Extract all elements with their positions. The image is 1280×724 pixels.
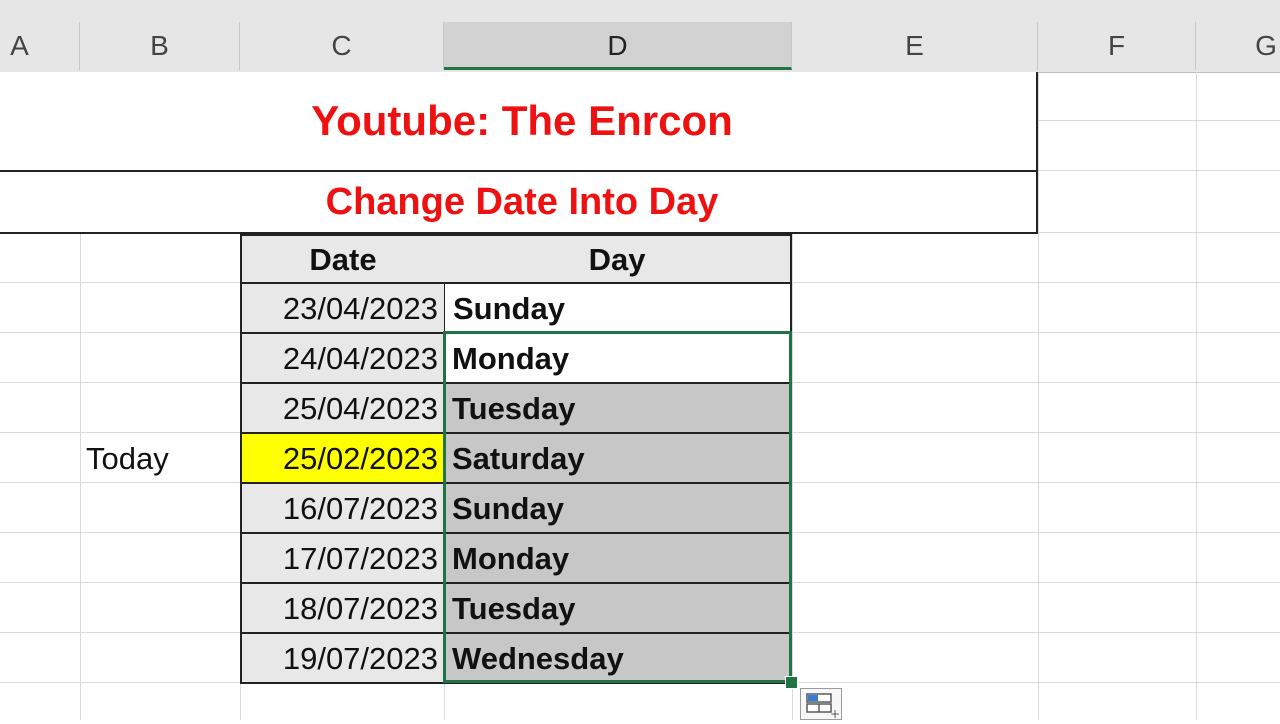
day-cell[interactable]: Saturday <box>444 434 792 484</box>
date-cell[interactable]: 24/04/2023 <box>240 334 444 384</box>
date-cell[interactable]: 16/07/2023 <box>240 484 444 534</box>
day-cell[interactable]: Sunday <box>444 284 792 334</box>
header-date[interactable]: Date <box>240 234 446 284</box>
day-cell[interactable]: Tuesday <box>444 384 792 434</box>
day-cell[interactable]: Tuesday <box>444 584 792 634</box>
sheet-title[interactable]: Youtube: The Enrcon <box>0 72 1038 172</box>
day-cell[interactable]: Wednesday <box>444 634 792 684</box>
column-header-g[interactable]: G <box>1196 22 1280 70</box>
column-header-c[interactable]: C <box>240 22 444 70</box>
date-cell[interactable]: 17/07/2023 <box>240 534 444 584</box>
day-cell[interactable]: Sunday <box>444 484 792 534</box>
column-header-a[interactable]: A <box>0 22 80 70</box>
column-header-e[interactable]: E <box>792 22 1038 70</box>
quick-analysis-icon[interactable]: + <box>800 688 842 721</box>
today-label[interactable]: Today <box>86 434 169 484</box>
sheet-subtitle[interactable]: Change Date Into Day <box>0 172 1038 234</box>
date-cell[interactable]: 25/04/2023 <box>240 384 444 434</box>
date-cell-today[interactable]: 25/02/2023 <box>240 434 444 484</box>
date-cell[interactable]: 18/07/2023 <box>240 584 444 634</box>
column-header-f[interactable]: F <box>1038 22 1196 70</box>
header-day[interactable]: Day <box>444 234 792 284</box>
date-cell[interactable]: 23/04/2023 <box>240 284 444 334</box>
column-header-b[interactable]: B <box>80 22 240 70</box>
day-cell[interactable]: Monday <box>444 534 792 584</box>
column-header-d[interactable]: D <box>444 22 792 70</box>
svg-text:+: + <box>830 707 840 719</box>
fill-handle-icon[interactable] <box>785 676 798 689</box>
day-cell[interactable]: Monday <box>444 334 792 384</box>
date-cell[interactable]: 19/07/2023 <box>240 634 444 684</box>
